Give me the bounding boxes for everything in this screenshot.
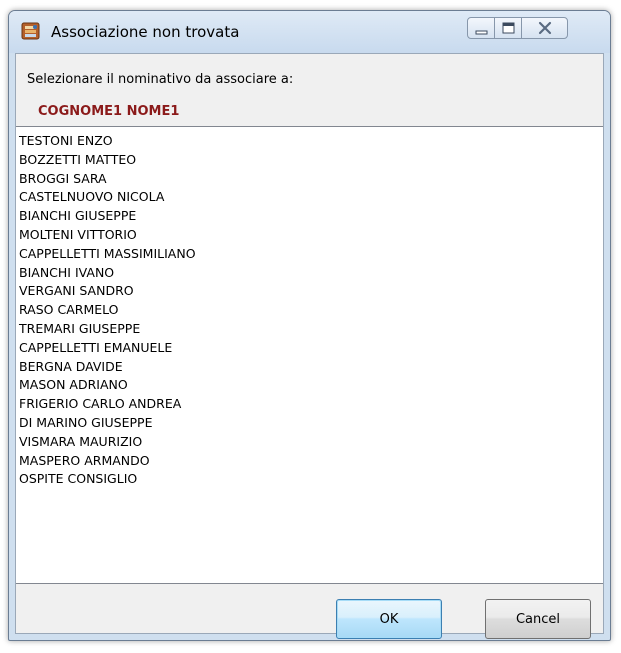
dialog-window: Associazione non trovata Selezionare il … [8,10,611,641]
list-item[interactable]: RASO CARMELO [19,301,603,320]
list-item[interactable]: MASON ADRIANO [19,376,603,395]
list-item[interactable]: TESTONI ENZO [19,132,603,151]
list-item[interactable]: DI MARINO GIUSEPPE [19,414,603,433]
list-item[interactable]: BIANCHI GIUSEPPE [19,207,603,226]
target-name-label: COGNOME1 NOME1 [38,104,180,119]
list-item[interactable]: CAPPELLETTI EMANUELE [19,339,603,358]
title-bar[interactable]: Associazione non trovata [9,11,610,53]
minimize-button[interactable] [467,17,495,39]
list-item[interactable]: VISMARA MAURIZIO [19,433,603,452]
list-item[interactable]: OSPITE CONSIGLIO [19,470,603,489]
list-item[interactable]: BROGGI SARA [19,170,603,189]
ok-button[interactable]: OK [336,599,442,639]
app-database-icon [21,21,41,41]
list-item[interactable]: MASPERO ARMANDO [19,452,603,471]
list-item[interactable]: BOZZETTI MATTEO [19,151,603,170]
close-button[interactable] [521,17,568,39]
cancel-button[interactable]: Cancel [485,599,591,639]
list-item[interactable]: VERGANI SANDRO [19,282,603,301]
close-icon [538,21,552,35]
list-item[interactable]: TREMARI GIUSEPPE [19,320,603,339]
maximize-icon [502,22,515,34]
window-title: Associazione non trovata [51,23,240,41]
list-item[interactable]: CAPPELLETTI MASSIMILIANO [19,245,603,264]
prompt-label: Selezionare il nominativo da associare a… [27,72,294,87]
names-list: TESTONI ENZO BOZZETTI MATTEO BROGGI SARA CA… [16,127,603,489]
dialog-client-area: Selezionare il nominativo da associare a… [15,53,604,639]
list-item[interactable]: FRIGERIO CARLO ANDREA [19,395,603,414]
list-item[interactable]: BIANCHI IVANO [19,264,603,283]
list-item[interactable]: MOLTENI VITTORIO [19,226,603,245]
maximize-button[interactable] [494,17,522,39]
list-item[interactable]: CASTELNUOVO NICOLA [19,188,603,207]
list-item[interactable]: BERGNA DAVIDE [19,358,603,377]
names-listbox[interactable]: TESTONI ENZO BOZZETTI MATTEO BROGGI SARA CA… [16,126,603,584]
minimize-icon [475,30,488,35]
